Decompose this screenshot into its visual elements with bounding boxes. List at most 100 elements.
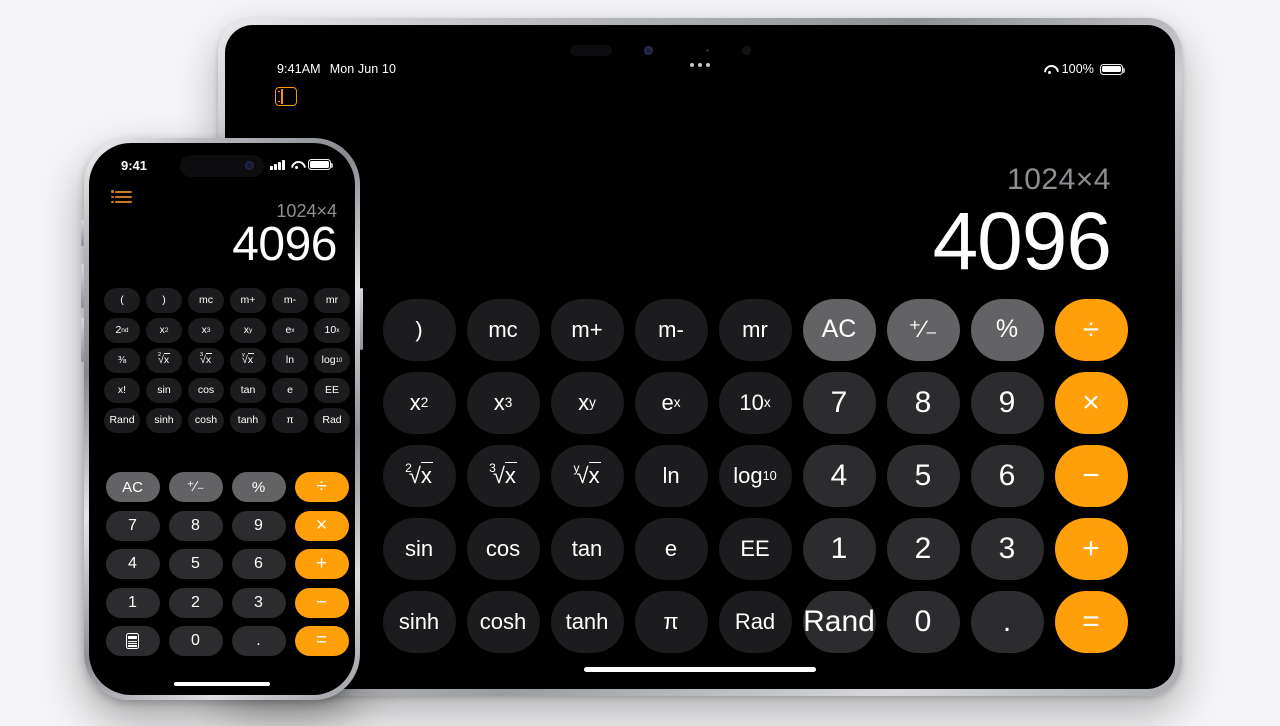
iphone-key-divide[interactable]: ÷ [294,472,349,503]
iphone-key-reciprocal[interactable]: ⅜ [104,347,140,373]
iphone-key-digit-1[interactable]: 1 [105,587,160,618]
iphone-key-digit-4[interactable]: 4 [105,549,160,580]
iphone-key-natural-log[interactable]: ln [272,347,308,373]
power-button[interactable] [360,288,363,350]
ipad-key-y-root[interactable]: y √x [550,444,624,507]
ipad-key-euler-constant[interactable]: e [634,517,708,580]
list-menu-icon[interactable] [111,190,132,204]
ipad-key-percent[interactable]: % [970,298,1044,361]
ipad-key-digit-9[interactable]: 9 [970,371,1044,434]
iphone-home-indicator[interactable] [174,682,270,686]
ipad-key-tangent[interactable]: tan [550,517,624,580]
iphone-key-tangent[interactable]: tan [230,377,266,403]
iphone-key-hyperbolic-cosine[interactable]: cosh [188,407,224,433]
ipad-key-natural-log[interactable]: ln [634,444,708,507]
ipad-key-all-clear[interactable]: AC [802,298,876,361]
ipad-key-subtract[interactable]: − [1054,444,1128,507]
ipad-key-close-paren[interactable]: ) [382,298,456,361]
ipad-key-x-squared[interactable]: x2 [382,371,456,434]
ipad-key-digit-6[interactable]: 6 [970,444,1044,507]
iphone-key-radians-toggle[interactable]: Rad [314,407,350,433]
iphone-key-x-squared[interactable]: x2 [146,317,182,343]
iphone-key-x-cubed[interactable]: x3 [188,317,224,343]
iphone-key-open-paren[interactable]: ( [104,287,140,313]
iphone-key-sign-toggle[interactable]: ⁺∕₋ [168,472,223,503]
iphone-key-memory-subtract[interactable]: m- [272,287,308,313]
ipad-key-digit-1[interactable]: 1 [802,517,876,580]
ipad-key-memory-clear[interactable]: mc [466,298,540,361]
ipad-key-hyperbolic-tangent[interactable]: tanh [550,590,624,653]
iphone-key-memory-recall[interactable]: mr [314,287,350,313]
ipad-key-digit-5[interactable]: 5 [886,444,960,507]
ipad-key-exponent-entry[interactable]: EE [718,517,792,580]
iphone-key-log-base-10[interactable]: log 10 [314,347,350,373]
iphone-key-memory-clear[interactable]: mc [188,287,224,313]
ipad-key-pi[interactable]: π [634,590,708,653]
iphone-key-square-root[interactable]: 2 √x [146,347,182,373]
iphone-key-percent[interactable]: % [231,472,286,503]
iphone-key-ten-power-x[interactable]: 10 x [314,317,350,343]
ipad-key-divide[interactable]: ÷ [1054,298,1128,361]
iphone-key-subtract[interactable]: − [294,587,349,618]
iphone-key-factorial[interactable]: x! [104,377,140,403]
iphone-key-memory-add[interactable]: m+ [230,287,266,313]
iphone-key-exponent-entry[interactable]: EE [314,377,350,403]
ipad-key-hyperbolic-sine[interactable]: sinh [382,590,456,653]
iphone-key-pi[interactable]: π [272,407,308,433]
ipad-key-random[interactable]: Rand [802,590,876,653]
ipad-key-memory-add[interactable]: m+ [550,298,624,361]
iphone-key-calculator-mode[interactable] [105,626,160,657]
iphone-key-add[interactable]: + [294,549,349,580]
sidebar-toggle-icon[interactable] [275,87,297,106]
ipad-key-x-power-y[interactable]: xy [550,371,624,434]
iphone-key-digit-8[interactable]: 8 [168,510,223,541]
ipad-key-decimal-point[interactable]: . [970,590,1044,653]
ipad-key-digit-7[interactable]: 7 [802,371,876,434]
iphone-key-y-root[interactable]: y √x [230,347,266,373]
iphone-key-close-paren[interactable]: ) [146,287,182,313]
ipad-key-x-cubed[interactable]: x3 [466,371,540,434]
ipad-key-cosine[interactable]: cos [466,517,540,580]
iphone-key-e-power-x[interactable]: ex [272,317,308,343]
iphone-key-digit-0[interactable]: 0 [168,626,223,657]
ipad-key-square-root[interactable]: 2 √x [382,444,456,507]
ipad-key-digit-3[interactable]: 3 [970,517,1044,580]
ipad-key-add[interactable]: + [1054,517,1128,580]
iphone-key-random[interactable]: Rand [104,407,140,433]
iphone-key-decimal-point[interactable]: . [231,626,286,657]
iphone-key-sine[interactable]: sin [146,377,182,403]
ipad-key-radians-toggle[interactable]: Rad [718,590,792,653]
iphone-key-digit-6[interactable]: 6 [231,549,286,580]
iphone-key-cube-root[interactable]: 3 √x [188,347,224,373]
ipad-key-log-base-10[interactable]: log 10 [718,444,792,507]
iphone-key-hyperbolic-sine[interactable]: sinh [146,407,182,433]
iphone-key-digit-5[interactable]: 5 [168,549,223,580]
iphone-key-hyperbolic-tangent[interactable]: tanh [230,407,266,433]
ipad-key-equals[interactable]: = [1054,590,1128,653]
volume-down-button[interactable] [81,318,84,362]
iphone-key-multiply[interactable]: × [294,510,349,541]
iphone-key-euler-constant[interactable]: e [272,377,308,403]
ipad-key-memory-recall[interactable]: mr [718,298,792,361]
action-button[interactable] [81,220,84,246]
iphone-key-digit-2[interactable]: 2 [168,587,223,618]
ipad-key-sign-toggle[interactable]: ⁺∕₋ [886,298,960,361]
ipad-key-digit-4[interactable]: 4 [802,444,876,507]
iphone-key-all-clear[interactable]: AC [105,472,160,503]
ipad-key-sine[interactable]: sin [382,517,456,580]
ipad-key-multiply[interactable]: × [1054,371,1128,434]
ipad-key-digit-2[interactable]: 2 [886,517,960,580]
iphone-key-digit-9[interactable]: 9 [231,510,286,541]
ipad-key-e-power-x[interactable]: ex [634,371,708,434]
iphone-key-x-power-y[interactable]: xy [230,317,266,343]
volume-up-button[interactable] [81,264,84,308]
ipad-key-hyperbolic-cosine[interactable]: cosh [466,590,540,653]
ipad-key-ten-power-x[interactable]: 10 x [718,371,792,434]
ipad-home-indicator[interactable] [584,667,816,672]
iphone-key-cosine[interactable]: cos [188,377,224,403]
iphone-key-digit-7[interactable]: 7 [105,510,160,541]
ipad-key-digit-0[interactable]: 0 [886,590,960,653]
iphone-key-equals[interactable]: = [294,626,349,657]
ipad-key-memory-subtract[interactable]: m- [634,298,708,361]
ipad-key-digit-8[interactable]: 8 [886,371,960,434]
